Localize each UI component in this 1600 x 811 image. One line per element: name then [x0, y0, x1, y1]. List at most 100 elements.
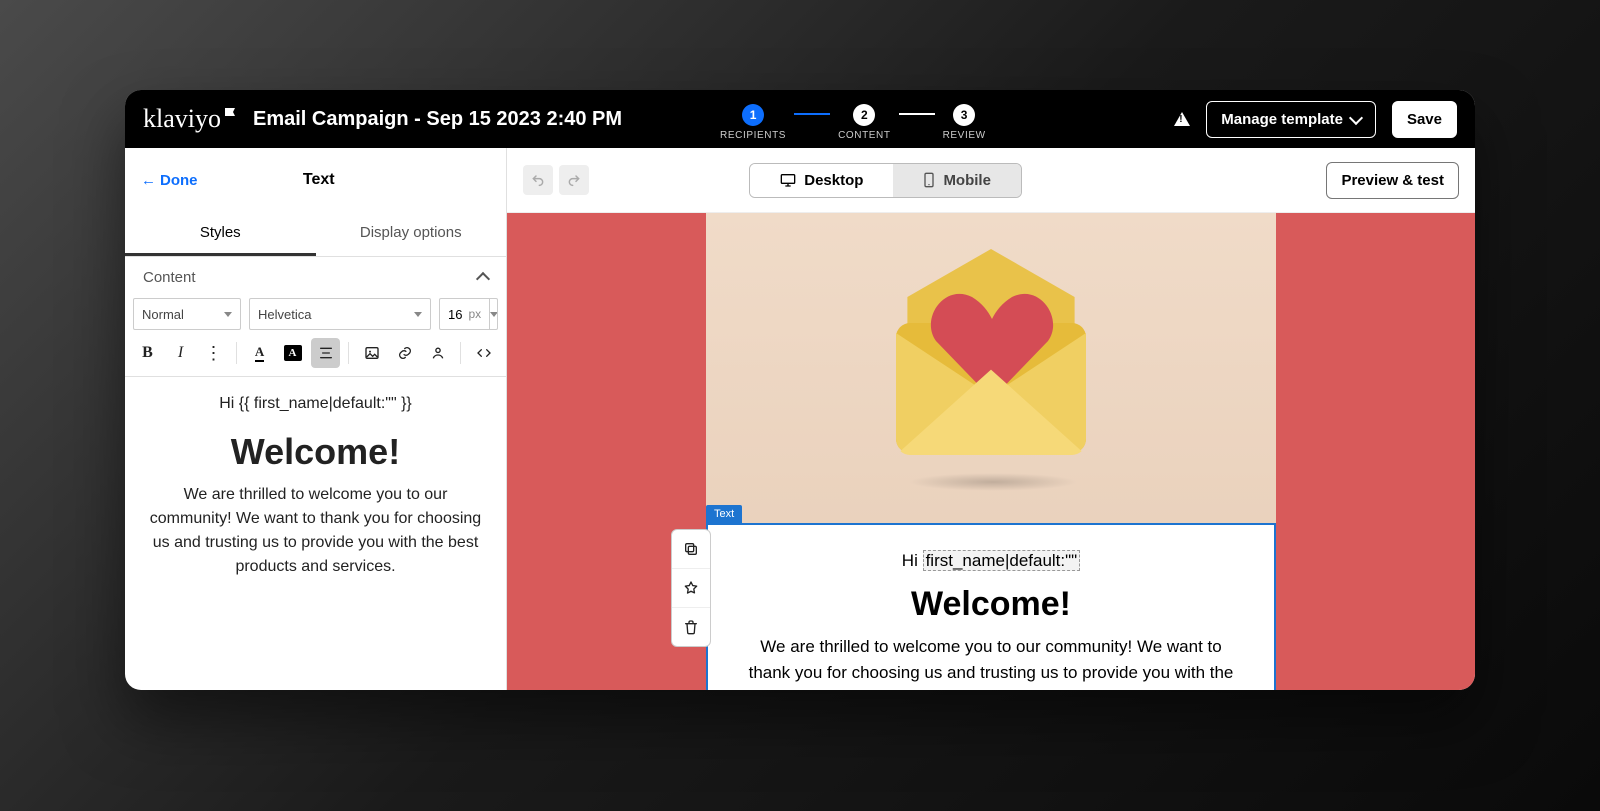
separator: [348, 342, 349, 364]
tab-display-options[interactable]: Display options: [316, 212, 507, 256]
save-button[interactable]: Save: [1392, 101, 1457, 138]
format-row: Normal Helvetica 16 px: [125, 298, 506, 330]
stepper: 1 RECIPIENTS 2 CONTENT 3 REVIEW: [720, 104, 986, 141]
main: ← Done Text Styles Display options Conte…: [125, 148, 1475, 690]
step-content[interactable]: 2 CONTENT: [838, 104, 891, 141]
code-icon: [476, 345, 492, 361]
brand-logo: klaviyo: [143, 104, 235, 134]
step-connector: [899, 113, 935, 115]
redo-icon: [566, 172, 582, 188]
button-label: Manage template: [1221, 111, 1343, 128]
canvas-toolbar: Desktop Mobile Preview & test: [507, 148, 1475, 213]
warning-icon[interactable]: [1174, 112, 1190, 126]
editor-body: We are thrilled to welcome you to our co…: [143, 483, 488, 579]
app-shell: klaviyo Email Campaign - Sep 15 2023 2:4…: [125, 90, 1475, 690]
caret-icon: [490, 312, 498, 317]
campaign-title: Email Campaign - Sep 15 2023 2:40 PM: [253, 108, 622, 131]
preview-test-button[interactable]: Preview & test: [1326, 162, 1459, 199]
manage-template-button[interactable]: Manage template: [1206, 101, 1376, 138]
font-size-dropdown[interactable]: [489, 299, 498, 329]
trash-icon: [683, 619, 699, 635]
preview-body: We are thrilled to welcome you to our co…: [746, 634, 1236, 690]
more-format-button[interactable]: ⋮: [199, 338, 228, 368]
highlight-color-button[interactable]: A: [278, 338, 307, 368]
link-icon: [397, 345, 413, 361]
step-recipients[interactable]: 1 RECIPIENTS: [720, 104, 786, 141]
section-content-label: Content: [143, 269, 196, 286]
topbar: klaviyo Email Campaign - Sep 15 2023 2:4…: [125, 90, 1475, 148]
chevron-down-icon: [1349, 110, 1363, 124]
step-label: CONTENT: [838, 130, 891, 141]
favorite-block-button[interactable]: [672, 569, 710, 608]
font-size-value: 16 px: [440, 307, 489, 322]
panel-title: Text: [148, 171, 491, 189]
preview-headline: Welcome!: [738, 585, 1244, 624]
hero-image[interactable]: [706, 213, 1276, 523]
step-review[interactable]: 3 REVIEW: [943, 104, 986, 141]
redo-button[interactable]: [559, 165, 589, 195]
envelope-heart-icon: [866, 273, 1116, 483]
undo-icon: [530, 172, 546, 188]
bold-button[interactable]: B: [133, 338, 162, 368]
paragraph-style-select[interactable]: Normal: [133, 298, 241, 330]
delete-block-button[interactable]: [672, 608, 710, 646]
chevron-up-icon: [476, 272, 490, 286]
selected-text-block[interactable]: Text Hi first_name|default:"" Welcome! W…: [706, 523, 1276, 690]
undo-button[interactable]: [523, 165, 553, 195]
font-family-select[interactable]: Helvetica: [249, 298, 431, 330]
person-icon: [430, 345, 446, 361]
mobile-icon: [923, 172, 935, 188]
font-size-select[interactable]: 16 px: [439, 298, 498, 330]
brand-text: klaviyo: [143, 104, 221, 133]
panel-tabs: Styles Display options: [125, 212, 506, 257]
personalization-token: first_name|default:"": [923, 550, 1081, 571]
separator: [236, 342, 237, 364]
device-toggle: Desktop Mobile: [749, 163, 1022, 198]
step-circle: 2: [853, 104, 875, 126]
undo-redo: [523, 165, 589, 195]
step-circle: 1: [742, 104, 764, 126]
device-mobile[interactable]: Mobile: [893, 164, 1021, 197]
label: Mobile: [943, 172, 991, 189]
text-editor[interactable]: Hi {{ first_name|default:"" }} Welcome! …: [125, 377, 506, 599]
rich-text-toolbar: B I ⋮ A A: [125, 330, 506, 377]
image-icon: [364, 345, 380, 361]
brand-flag-icon: [225, 108, 235, 116]
device-desktop[interactable]: Desktop: [750, 164, 893, 197]
separator: [460, 342, 461, 364]
star-icon: [683, 580, 699, 596]
caret-icon: [414, 312, 422, 317]
code-view-button[interactable]: [469, 338, 498, 368]
label: Preview & test: [1341, 172, 1444, 189]
step-label: REVIEW: [943, 130, 986, 141]
desktop-icon: [780, 173, 796, 187]
duplicate-block-button[interactable]: [672, 530, 710, 569]
block-tag: Text: [706, 505, 742, 523]
section-content-header[interactable]: Content: [125, 257, 506, 298]
editor-greeting: Hi {{ first_name|default:"" }}: [139, 395, 492, 413]
align-center-button[interactable]: [311, 338, 340, 368]
text-color-button[interactable]: A: [245, 338, 274, 368]
block-side-tools: [671, 529, 711, 647]
step-connector: [794, 113, 830, 115]
select-value: Normal: [142, 307, 184, 322]
select-value: Helvetica: [258, 307, 311, 322]
left-panel: ← Done Text Styles Display options Conte…: [125, 148, 507, 690]
size-unit: px: [468, 307, 481, 321]
copy-icon: [683, 541, 699, 557]
canvas[interactable]: Text Hi first_name|default:"" Welcome! W…: [507, 213, 1475, 690]
label: Desktop: [804, 172, 863, 189]
insert-link-button[interactable]: [390, 338, 419, 368]
editor-headline: Welcome!: [139, 431, 492, 473]
greeting-prefix: Hi: [902, 551, 923, 570]
email-body: Text Hi first_name|default:"" Welcome! W…: [706, 213, 1276, 690]
size-number: 16: [448, 307, 462, 322]
tab-styles[interactable]: Styles: [125, 212, 316, 256]
step-circle: 3: [953, 104, 975, 126]
insert-image-button[interactable]: [357, 338, 386, 368]
button-label: Save: [1407, 111, 1442, 128]
caret-icon: [224, 312, 232, 317]
italic-button[interactable]: I: [166, 338, 195, 368]
personalization-button[interactable]: [423, 338, 452, 368]
topbar-right: Manage template Save: [1174, 101, 1457, 138]
